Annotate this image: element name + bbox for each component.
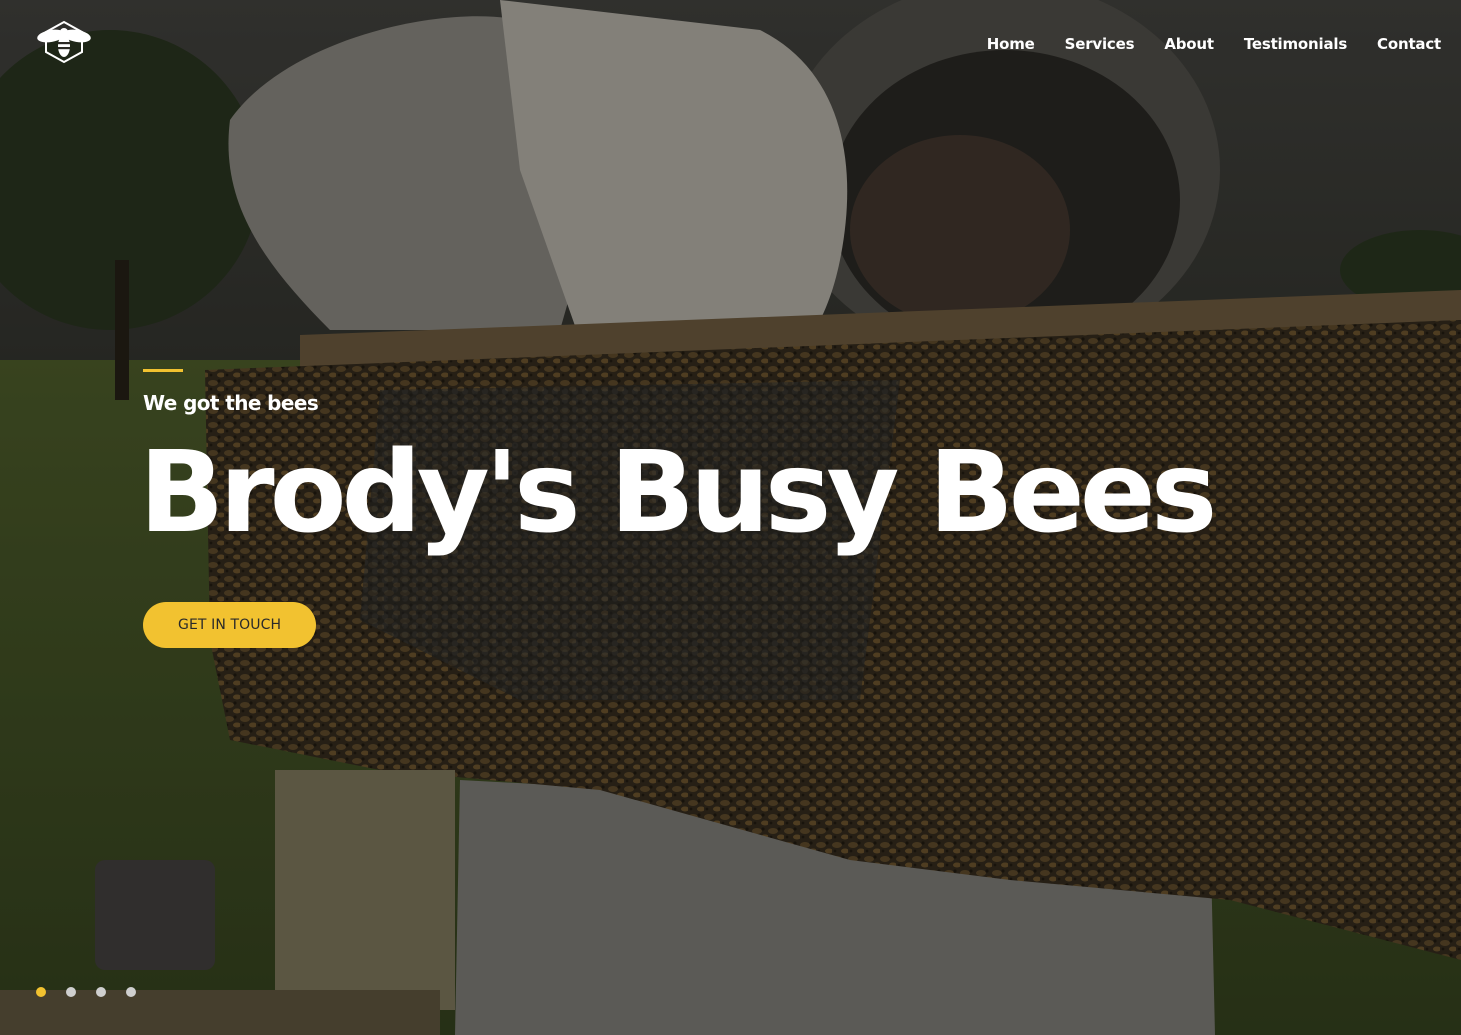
nav-home[interactable]: Home <box>987 35 1035 53</box>
nav-contact[interactable]: Contact <box>1377 35 1441 53</box>
slide-dot-2[interactable] <box>66 987 76 997</box>
slider-pagination <box>36 987 136 997</box>
nav-about[interactable]: About <box>1164 35 1214 53</box>
get-in-touch-button[interactable]: GET IN TOUCH <box>143 602 317 648</box>
nav-services[interactable]: Services <box>1065 35 1135 53</box>
hero-title: Brody's Busy Bees <box>139 428 1217 558</box>
site-header: Home Services About Testimonials Contact <box>0 0 1461 90</box>
accent-line <box>143 369 183 372</box>
main-nav: Home Services About Testimonials Contact <box>957 35 1441 53</box>
slide-dot-3[interactable] <box>96 987 106 997</box>
slide-dot-4[interactable] <box>126 987 136 997</box>
hero-slider: Home Services About Testimonials Contact… <box>0 0 1461 1035</box>
hero-tagline: We got the bees <box>143 391 319 415</box>
nav-testimonials[interactable]: Testimonials <box>1244 35 1347 53</box>
bee-logo-icon[interactable] <box>36 20 92 64</box>
slide-dot-1[interactable] <box>36 987 46 997</box>
hero-content: We got the bees Brody's Busy Bees GET IN… <box>139 369 1217 648</box>
